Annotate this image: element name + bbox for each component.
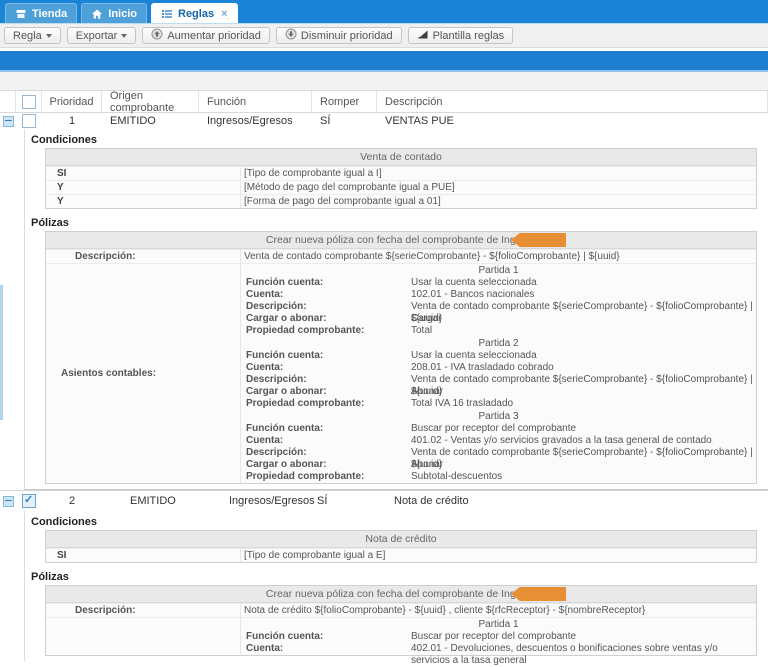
condiciones-section-label: Condiciones	[31, 516, 757, 528]
cell-funcion: Ingresos/Egresos	[199, 113, 312, 129]
condition-row: SI [Tipo de comprobante igual a E]	[46, 548, 756, 562]
chevron-down-icon	[121, 34, 127, 38]
condiciones-table: Nota de crédito SI [Tipo de comprobante …	[45, 530, 757, 563]
poliza-descripcion-row: Descripción: Nota de crédito ${folioComp…	[46, 603, 756, 617]
rule-row-1[interactable]: 1 EMITIDO Ingresos/Egresos SÍ VENTAS PUE	[0, 113, 768, 129]
collapse-toggle[interactable]	[0, 113, 16, 129]
column-header-prioridad[interactable]: Prioridad	[42, 91, 102, 112]
poliza-title: Crear nueva póliza con fecha del comprob…	[46, 586, 756, 603]
condition-row: Y [Método de pago del comprobante igual …	[46, 180, 756, 194]
condition-group-title: Nota de crédito	[46, 531, 756, 548]
tab-reglas[interactable]: Reglas ×	[151, 3, 238, 23]
polizas-section-label: Pólizas	[31, 571, 757, 583]
cell-origen: EMITIDO	[102, 113, 199, 129]
aumentar-prioridad-button[interactable]: Aumentar prioridad	[142, 27, 270, 44]
plantilla-reglas-button[interactable]: Plantilla reglas	[408, 27, 514, 44]
arrow-down-circle-icon	[285, 28, 297, 43]
rules-list-icon	[161, 8, 173, 20]
polizas-section-label: Pólizas	[31, 217, 757, 229]
polizas-table: Crear nueva póliza con fecha del comprob…	[45, 231, 757, 484]
orange-arrow-left-icon	[511, 587, 566, 601]
poliza-descripcion-row: Descripción: Venta de contado comprobant…	[46, 249, 756, 263]
row-checkbox[interactable]	[16, 491, 42, 511]
regla-menu-button[interactable]: Regla	[4, 27, 61, 44]
row-checkbox[interactable]	[16, 113, 42, 129]
partidas-list: Partida 1 Función cuenta:Usar la cuenta …	[241, 264, 756, 483]
rule-2-detail: Condiciones Nota de crédito SI [Tipo de …	[24, 511, 768, 661]
column-header-origen[interactable]: Origen comprobante	[102, 91, 199, 112]
rule-row-2[interactable]: 2 EMITIDO Ingresos/Egresos SÍ Nota de cr…	[0, 490, 768, 511]
expand-column-header	[0, 91, 16, 112]
column-header-funcion[interactable]: Función	[199, 91, 312, 112]
checkbox-icon	[22, 95, 36, 109]
arrow-up-circle-icon	[151, 28, 163, 43]
chevron-down-icon	[46, 34, 52, 38]
checkbox-checked-icon	[22, 494, 36, 508]
tab-bar: Tienda Inicio Reglas ×	[0, 0, 768, 24]
condition-row: SI [Tipo de comprobante igual a I]	[46, 166, 756, 180]
exportar-menu-button[interactable]: Exportar	[67, 27, 137, 44]
cell-romper: SÍ	[312, 113, 377, 129]
collapsed-panel-handle[interactable]	[0, 285, 3, 420]
condition-row: Y [Forma de pago del comprobante igual a…	[46, 194, 756, 208]
tab-tienda[interactable]: Tienda	[5, 3, 77, 23]
orange-arrow-left-icon	[511, 233, 566, 247]
column-header-descripcion[interactable]: Descripción	[377, 91, 768, 112]
cell-funcion: Ingresos/Egresos	[199, 491, 312, 511]
cell-prioridad: 2	[42, 491, 102, 511]
poliza-title: Crear nueva póliza con fecha del comprob…	[46, 232, 756, 249]
column-header-romper[interactable]: Romper	[312, 91, 377, 112]
polizas-table: Crear nueva póliza con fecha del comprob…	[45, 585, 757, 656]
partida-title: Partida 1	[241, 264, 756, 277]
collapse-toggle[interactable]	[0, 491, 16, 511]
grid-top-strip	[0, 72, 768, 90]
tab-inicio[interactable]: Inicio	[81, 3, 147, 23]
minus-box-icon	[3, 116, 14, 127]
asientos-row: Asientos contables: Partida 1 Función cu…	[46, 263, 756, 483]
button-label: Plantilla reglas	[433, 30, 505, 42]
cell-descripcion: Nota de crédito	[377, 491, 768, 511]
cell-descripcion: VENTAS PUE	[377, 113, 768, 129]
store-icon	[15, 8, 27, 20]
select-all-checkbox[interactable]	[16, 91, 42, 112]
partida-title: Partida 1	[241, 618, 756, 631]
tab-label: Inicio	[108, 8, 137, 20]
condiciones-section-label: Condiciones	[31, 134, 757, 146]
partida-title: Partida 2	[241, 337, 756, 350]
home-icon	[91, 8, 103, 20]
button-label: Aumentar prioridad	[167, 30, 261, 42]
checkbox-icon	[22, 114, 36, 128]
rule-1-detail: Condiciones Venta de contado SI [Tipo de…	[24, 129, 768, 490]
minus-box-icon	[3, 496, 14, 507]
tab-label: Tienda	[32, 8, 67, 20]
condition-group-title: Venta de contado	[46, 149, 756, 166]
close-icon[interactable]: ×	[221, 8, 227, 20]
template-icon	[417, 29, 429, 43]
button-label: Regla	[13, 30, 42, 42]
partida-title: Partida 3	[241, 410, 756, 423]
tab-label: Reglas	[178, 8, 214, 20]
partidas-list: Partida 1 Función cuenta:Buscar por rece…	[241, 618, 756, 655]
asientos-label-empty	[46, 618, 241, 655]
selection-band	[0, 51, 768, 72]
asientos-row: Partida 1 Función cuenta:Buscar por rece…	[46, 617, 756, 655]
toolbar: Regla Exportar Aumentar prioridad Dismin…	[0, 24, 768, 48]
cell-origen: EMITIDO	[102, 491, 199, 511]
disminuir-prioridad-button[interactable]: Disminuir prioridad	[276, 27, 402, 44]
asientos-label: Asientos contables:	[46, 264, 241, 483]
grid-header-row: Prioridad Origen comprobante Función Rom…	[0, 90, 768, 113]
button-label: Disminuir prioridad	[301, 30, 393, 42]
cell-prioridad: 1	[42, 113, 102, 129]
button-label: Exportar	[76, 30, 118, 42]
cell-romper: SÍ	[312, 491, 377, 511]
condiciones-table: Venta de contado SI [Tipo de comprobante…	[45, 148, 757, 209]
